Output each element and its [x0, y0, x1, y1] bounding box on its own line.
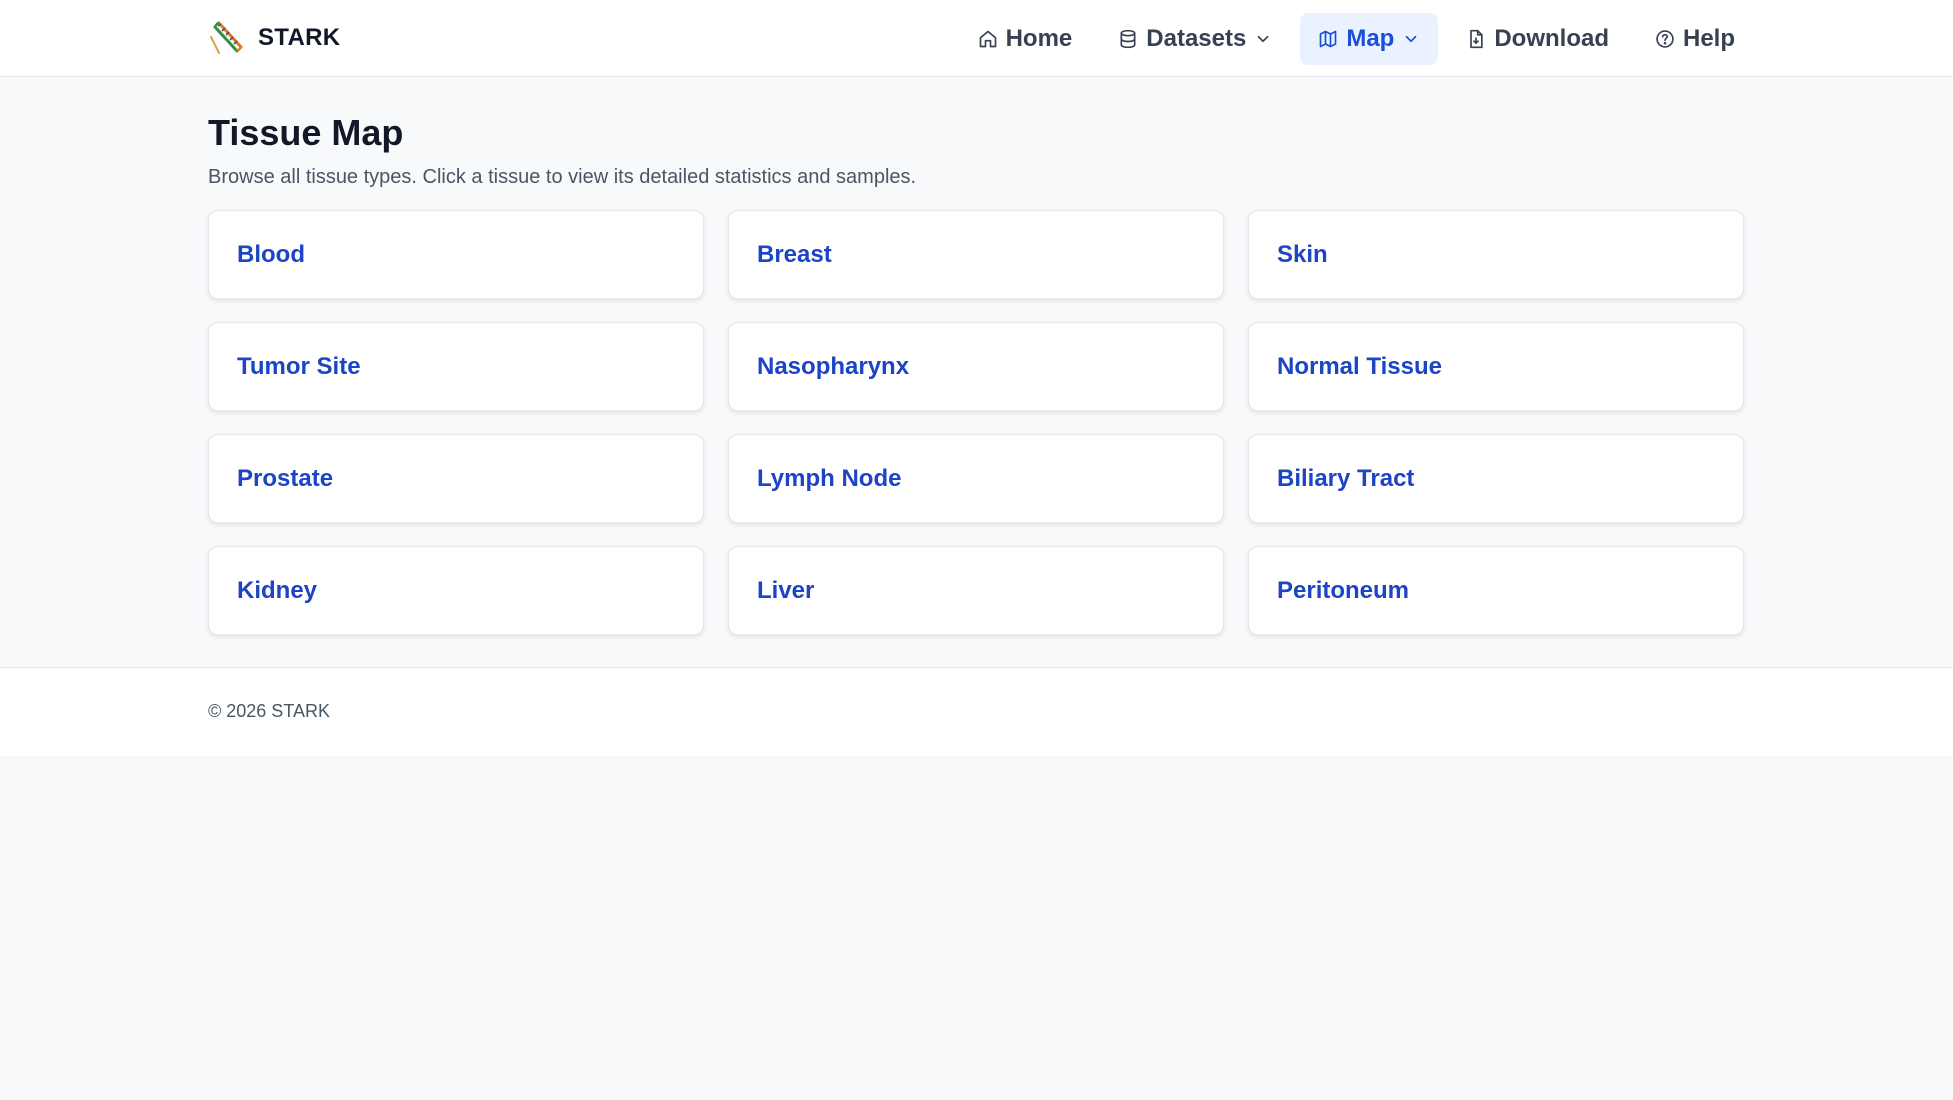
tissue-card-liver[interactable]: Liver [728, 546, 1224, 635]
tissue-card-label: Blood [237, 240, 305, 268]
nav-label-map: Map [1346, 25, 1395, 52]
brand-name: STARK [258, 24, 341, 51]
tissue-card-label: Nasopharynx [757, 352, 910, 380]
help-circle-icon [1656, 30, 1674, 48]
nav-label-home: Home [1005, 25, 1073, 52]
tissue-card-blood[interactable]: Blood [208, 210, 704, 299]
nav-label-help: Help [1682, 25, 1735, 52]
tissue-card-label: Prostate [237, 464, 334, 492]
copyright-text: © 2026 STARK [208, 701, 330, 721]
chevron-down-icon [1406, 35, 1417, 43]
tissue-card-kidney[interactable]: Kidney [208, 546, 704, 635]
nav-item-home[interactable]: Home [960, 13, 1091, 65]
tissue-card-tumor-site[interactable]: Tumor Site [208, 322, 704, 411]
tissue-card-prostate[interactable]: Prostate [208, 434, 704, 523]
home-icon [979, 30, 996, 48]
nav-item-download[interactable]: Download [1448, 13, 1627, 65]
chevron-down-icon [1258, 35, 1269, 43]
tissue-card-breast[interactable]: Breast [728, 210, 1224, 299]
tissue-card-label: Biliary Tract [1277, 464, 1415, 492]
tissue-card-peritoneum[interactable]: Peritoneum [1248, 546, 1744, 635]
tissue-card-label: Normal Tissue [1277, 352, 1442, 380]
tissue-card-label: Peritoneum [1277, 576, 1410, 604]
tissue-card-label: Liver [757, 576, 815, 604]
tissue-card-normal-tissue[interactable]: Normal Tissue [1248, 322, 1744, 411]
tissue-card-label: Kidney [237, 576, 318, 604]
tissue-card-label: Lymph Node [757, 464, 902, 492]
tissue-card-nasopharynx[interactable]: Nasopharynx [728, 322, 1224, 411]
page-title: Tissue Map [208, 112, 404, 153]
tissue-card-label: Tumor Site [237, 352, 361, 380]
page-footer: © 2026 STARK [0, 667, 1953, 756]
brand-home-link[interactable]: STARK [207, 17, 340, 59]
tissue-card-label: Breast [757, 240, 832, 268]
database-icon [1120, 29, 1136, 49]
nav-item-datasets[interactable]: Datasets [1100, 13, 1290, 65]
page-subtitle: Browse all tissue types. Click a tissue … [208, 166, 917, 188]
nav-label-download: Download [1494, 25, 1609, 52]
tissue-grid: Blood Breast Skin Tumor Site Nasopharynx… [208, 210, 1745, 635]
tissue-card-lymph-node[interactable]: Lymph Node [728, 434, 1224, 523]
map-icon [1319, 30, 1337, 48]
nav-item-map[interactable]: Map [1300, 13, 1439, 65]
tissue-card-skin[interactable]: Skin [1248, 210, 1744, 299]
tissue-card-label: Skin [1277, 240, 1328, 268]
download-file-icon [1470, 29, 1483, 49]
tissue-card-biliary-tract[interactable]: Biliary Tract [1248, 434, 1744, 523]
main-nav: Home Datasets Map Download Help [960, 13, 1753, 65]
nav-item-help[interactable]: Help [1637, 13, 1753, 65]
nav-label-datasets: Datasets [1146, 25, 1247, 52]
helix-logo-icon [210, 21, 243, 54]
main-content: Tissue Map Browse all tissue types. Clic… [208, 112, 1745, 635]
top-navbar: STARK Home Datasets Map Download Help [0, 0, 1953, 77]
